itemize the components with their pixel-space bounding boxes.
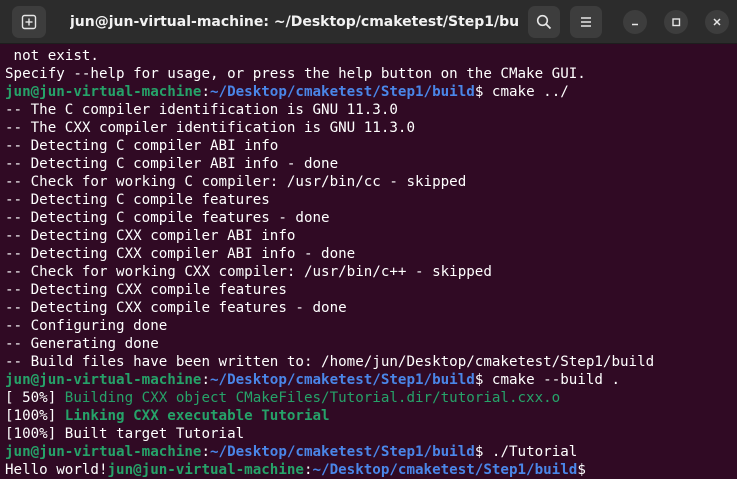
terminal-line: -- Configuring done [5, 318, 168, 334]
hamburger-menu-icon [581, 17, 591, 27]
prompt-line: Hello world!jun@jun-virtual-machine:~/De… [5, 461, 733, 479]
close-button[interactable] [705, 10, 729, 34]
maximize-button[interactable] [664, 10, 688, 34]
prompt-symbol: $ [577, 462, 586, 478]
progress-percent: [ 50%] [5, 390, 65, 406]
prompt-symbol: $ [474, 444, 484, 460]
prompt-path: ~/Desktop/cmaketest/Step1/build [312, 462, 578, 478]
title-bar: jun@jun-virtual-machine: ~/Desktop/cmake… [0, 0, 737, 44]
window-title: jun@jun-virtual-machine: ~/Desktop/cmake… [70, 14, 520, 30]
terminal-line: -- Generating done [5, 336, 159, 352]
prompt-symbol: $ [474, 372, 484, 388]
prompt-symbol: $ [474, 84, 484, 100]
prompt-user: jun@jun-virtual-machine [107, 462, 304, 478]
terminal-line: -- Detecting CXX compiler ABI info - don… [5, 246, 356, 262]
prompt-path: ~/Desktop/cmaketest/Step1/build [210, 444, 475, 460]
prompt-line: jun@jun-virtual-machine:~/Desktop/cmaket… [5, 443, 733, 461]
progress-percent: [100%] [5, 408, 65, 424]
program-output: Hello world! [5, 462, 108, 478]
terminal-output[interactable]: not exist. Specify --help for usage, or … [5, 47, 733, 479]
prompt-user: jun@jun-virtual-machine [5, 84, 202, 100]
terminal-line: not exist. [5, 48, 99, 64]
search-button[interactable] [528, 6, 560, 38]
terminal-line: -- Check for working CXX compiler: /usr/… [5, 264, 492, 280]
prompt-line: jun@jun-virtual-machine:~/Desktop/cmaket… [5, 83, 733, 101]
link-step-text: Linking CXX executable Tutorial [64, 408, 330, 424]
terminal-line: -- Build files have been written to: /ho… [5, 354, 655, 370]
terminal-line: -- Check for working C compiler: /usr/bi… [5, 174, 467, 190]
command-text: ./Tutorial [491, 444, 578, 460]
prompt-separator: : [201, 372, 211, 388]
terminal-line: -- The CXX compiler identification is GN… [5, 120, 415, 136]
terminal-line: -- Detecting CXX compile features - done [5, 300, 347, 316]
terminal-line: Specify --help for usage, or press the h… [5, 66, 586, 82]
terminal-line: -- The C compiler identification is GNU … [5, 102, 398, 118]
prompt-path: ~/Desktop/cmaketest/Step1/build [210, 84, 475, 100]
prompt-path: ~/Desktop/cmaketest/Step1/build [210, 372, 475, 388]
minimize-icon [632, 23, 638, 26]
command-text: cmake ../ [491, 84, 569, 100]
build-step-text: Building CXX object CMakeFiles/Tutorial.… [64, 390, 561, 406]
prompt-user: jun@jun-virtual-machine [5, 444, 202, 460]
menu-button[interactable] [570, 6, 602, 38]
command-text: cmake --build . [491, 372, 621, 388]
prompt-separator: : [303, 462, 313, 478]
new-tab-button[interactable] [12, 6, 46, 38]
minimize-button[interactable] [623, 10, 647, 34]
new-tab-icon [21, 14, 37, 30]
maximize-icon [672, 18, 681, 27]
build-progress-line: [100%] Linking CXX executable Tutorial [5, 407, 733, 425]
terminal-line: -- Detecting C compile features [5, 192, 270, 208]
terminal-line: -- Detecting C compiler ABI info [5, 138, 279, 154]
prompt-separator: : [201, 444, 211, 460]
prompt-user: jun@jun-virtual-machine [5, 372, 202, 388]
terminal-line: -- Detecting CXX compiler ABI info [5, 228, 296, 244]
prompt-line: jun@jun-virtual-machine:~/Desktop/cmaket… [5, 371, 733, 389]
prompt-separator: : [201, 84, 211, 100]
terminal-line: -- Detecting C compile features - done [5, 210, 330, 226]
terminal-window: jun@jun-virtual-machine: ~/Desktop/cmake… [0, 0, 737, 479]
build-progress-line: [ 50%] Building CXX object CMakeFiles/Tu… [5, 389, 733, 407]
terminal-line: -- Detecting CXX compile features [5, 282, 287, 298]
search-icon [536, 14, 552, 30]
terminal-line: -- Detecting C compiler ABI info - done [5, 156, 339, 172]
close-icon [713, 18, 721, 26]
terminal-line: [100%] Built target Tutorial [5, 426, 245, 442]
